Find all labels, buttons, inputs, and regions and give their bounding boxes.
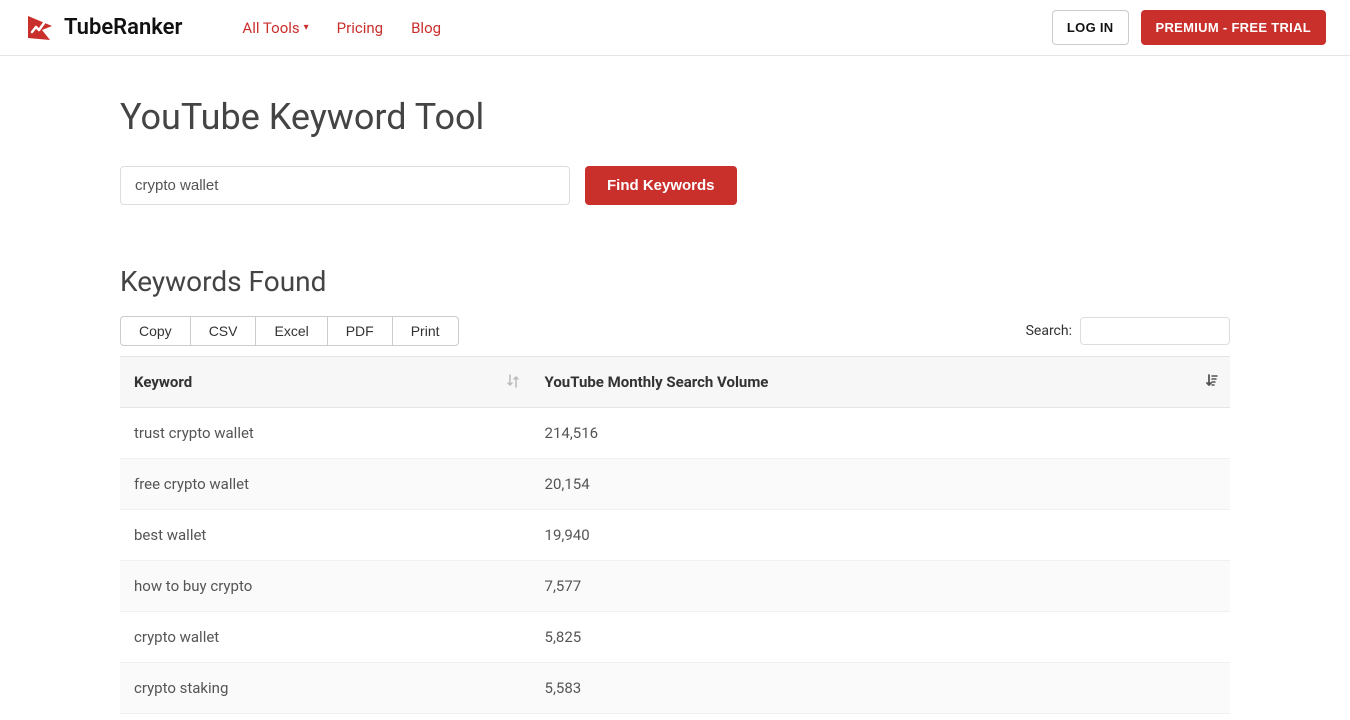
header: TubeRanker All Tools Pricing Blog LOG IN…	[0, 0, 1350, 56]
page-title: YouTube Keyword Tool	[120, 96, 1230, 138]
nav: All Tools Pricing Blog	[242, 19, 441, 37]
play-chart-icon	[24, 12, 56, 44]
cell-keyword: crypto wallet	[120, 612, 531, 663]
table-row: crypto wallet5,825	[120, 612, 1230, 663]
export-pdf[interactable]: PDF	[327, 316, 393, 346]
nav-all-tools[interactable]: All Tools	[242, 19, 308, 37]
table-row: how to buy crypto7,577	[120, 561, 1230, 612]
filter-input[interactable]	[1080, 317, 1230, 345]
filter-label: Search:	[1026, 323, 1072, 339]
col-keyword-label: Keyword	[134, 373, 192, 391]
col-volume-label: YouTube Monthly Search Volume	[545, 373, 769, 391]
cell-volume: 19,940	[531, 510, 1230, 561]
cell-volume: 214,516	[531, 408, 1230, 459]
cell-volume: 5,583	[531, 663, 1230, 714]
keyword-input[interactable]	[120, 166, 570, 205]
cell-keyword: trust crypto wallet	[120, 408, 531, 459]
logo[interactable]: TubeRanker	[24, 12, 182, 44]
col-volume[interactable]: YouTube Monthly Search Volume	[531, 357, 1230, 408]
results-table: Keyword YouTube Monthly Search Volume tr…	[120, 356, 1230, 714]
export-copy[interactable]: Copy	[120, 316, 191, 346]
col-keyword[interactable]: Keyword	[120, 357, 531, 408]
cell-keyword: best wallet	[120, 510, 531, 561]
export-excel[interactable]: Excel	[255, 316, 327, 346]
sort-desc-icon	[1206, 374, 1218, 390]
export-csv[interactable]: CSV	[190, 316, 257, 346]
login-button[interactable]: LOG IN	[1052, 10, 1129, 45]
brand-name: TubeRanker	[64, 15, 182, 40]
find-keywords-button[interactable]: Find Keywords	[585, 166, 737, 205]
cell-keyword: crypto staking	[120, 663, 531, 714]
results-toolbar: Copy CSV Excel PDF Print Search:	[120, 316, 1230, 346]
table-filter: Search:	[1026, 317, 1230, 345]
cell-volume: 5,825	[531, 612, 1230, 663]
header-right: LOG IN PREMIUM - FREE TRIAL	[1052, 10, 1326, 45]
nav-pricing[interactable]: Pricing	[337, 19, 383, 37]
table-row: trust crypto wallet214,516	[120, 408, 1230, 459]
cell-keyword: how to buy crypto	[120, 561, 531, 612]
keyword-search-row: Find Keywords	[120, 166, 1230, 205]
table-row: crypto staking5,583	[120, 663, 1230, 714]
export-buttons: Copy CSV Excel PDF Print	[120, 316, 459, 346]
cell-keyword: free crypto wallet	[120, 459, 531, 510]
cell-volume: 7,577	[531, 561, 1230, 612]
export-print[interactable]: Print	[392, 316, 459, 346]
results-heading: Keywords Found	[120, 265, 1230, 298]
cell-volume: 20,154	[531, 459, 1230, 510]
nav-blog[interactable]: Blog	[411, 19, 441, 37]
sort-icon	[507, 374, 519, 390]
table-row: best wallet19,940	[120, 510, 1230, 561]
table-row: free crypto wallet20,154	[120, 459, 1230, 510]
premium-button[interactable]: PREMIUM - FREE TRIAL	[1141, 10, 1327, 45]
